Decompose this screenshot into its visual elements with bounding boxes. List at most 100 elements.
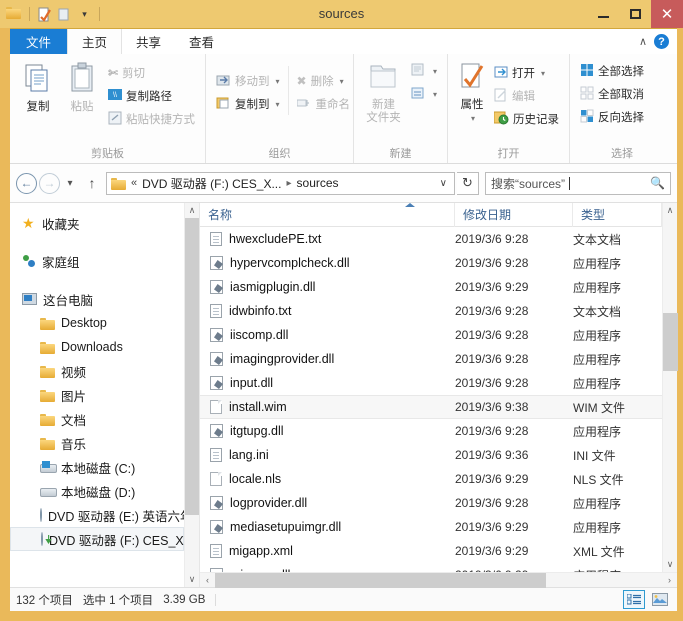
refresh-button[interactable]: ↻ — [457, 171, 479, 195]
copy-to-button[interactable]: 复制到 ▾ — [212, 93, 284, 115]
help-icon[interactable]: ? — [654, 34, 669, 49]
move-to-button[interactable]: 移动到 ▾ — [212, 70, 284, 92]
table-row[interactable]: locale.nls 2019/3/6 9:29 NLS 文件 — [200, 467, 662, 491]
history-button[interactable]: 历史记录 — [490, 108, 563, 130]
collapse-ribbon-icon[interactable]: ∧ — [639, 35, 647, 48]
sidebar-item-homegroup[interactable]: 家庭组 — [10, 249, 184, 273]
search-icon[interactable]: 🔍 — [650, 176, 665, 190]
edit-button[interactable]: 编辑 — [490, 85, 563, 107]
hscroll-thumb[interactable] — [215, 572, 546, 588]
table-row[interactable]: migcore.dll 2019/3/6 9:29 应用程序 — [200, 563, 662, 572]
sidebar-item-music[interactable]: 音乐 — [10, 431, 184, 455]
sidebar-item-documents[interactable]: 文档 — [10, 407, 184, 431]
address-breadcrumb-bar[interactable]: « DVD 驱动器 (F:) CES_X... ▸ sources ∨ — [106, 171, 455, 195]
navpane-scroll-down-button[interactable]: ∨ — [185, 572, 200, 587]
qat-dropdown-arrow-icon[interactable]: ▾ — [76, 6, 93, 23]
copy-to-caret-icon[interactable]: ▾ — [276, 100, 280, 109]
tab-share[interactable]: 共享 — [122, 29, 175, 54]
hscroll-track[interactable] — [215, 572, 662, 588]
table-row[interactable]: migapp.xml 2019/3/6 9:29 XML 文件 — [200, 539, 662, 563]
hscroll-right-button[interactable]: › — [662, 573, 677, 588]
navpane-scroll-track[interactable] — [184, 218, 199, 572]
table-row[interactable]: lang.ini 2019/3/6 9:36 INI 文件 — [200, 443, 662, 467]
paste-button[interactable]: 粘贴 — [60, 58, 104, 114]
new-folder-icon[interactable] — [56, 6, 73, 23]
file-scroll-thumb[interactable] — [662, 312, 678, 371]
forward-button[interactable]: → — [39, 172, 60, 194]
column-header-date[interactable]: 修改日期 — [455, 202, 573, 227]
properties-button[interactable]: 属性 ▾ — [454, 58, 490, 123]
search-box[interactable]: 搜索“sources” 🔍 — [485, 171, 671, 195]
move-to-caret-icon[interactable]: ▾ — [276, 77, 280, 86]
tab-file[interactable]: 文件 — [10, 29, 68, 54]
sidebar-item-pictures[interactable]: 图片 — [10, 383, 184, 407]
table-row[interactable]: logprovider.dll 2019/3/6 9:28 应用程序 — [200, 491, 662, 515]
sidebar-item-this-pc[interactable]: 这台电脑 — [10, 287, 184, 311]
new-folder-button[interactable]: 新建 文件夹 — [360, 58, 407, 125]
address-dropdown-icon[interactable]: ∨ — [437, 178, 450, 189]
properties-icon[interactable] — [36, 6, 53, 23]
sidebar-item-downloads[interactable]: Downloads — [10, 335, 184, 359]
large-icons-view-button[interactable] — [649, 590, 671, 609]
sidebar-item-videos[interactable]: 视频 — [10, 359, 184, 383]
sidebar-item-dvd-e[interactable]: DVD 驱动器 (E:) 英语六年 — [10, 503, 184, 527]
invert-selection-button[interactable]: 反向选择 — [576, 106, 648, 128]
breadcrumb-separator[interactable]: ▸ — [286, 178, 291, 189]
file-scroll-down-button[interactable]: ∨ — [663, 557, 678, 572]
sidebar-item-local-disk-d[interactable]: 本地磁盘 (D:) — [10, 479, 184, 503]
rename-button[interactable]: 重命名 — [293, 93, 355, 115]
folder-icon[interactable] — [6, 6, 23, 23]
maximize-button[interactable] — [619, 0, 651, 28]
file-scroll-up-button[interactable]: ∧ — [663, 203, 678, 218]
copy-path-button[interactable]: \\ 复制路径 — [104, 85, 199, 107]
delete-caret-icon[interactable]: ▾ — [340, 77, 344, 86]
file-list-hscrollbar[interactable]: ‹ › — [200, 572, 677, 588]
select-none-button[interactable]: 全部取消 — [576, 83, 648, 105]
back-button[interactable]: ← — [16, 172, 37, 194]
table-row[interactable]: iiscomp.dll 2019/3/6 9:28 应用程序 — [200, 323, 662, 347]
navpane-scroll-thumb[interactable] — [184, 218, 199, 516]
new-item-button[interactable]: ▾ — [407, 60, 441, 82]
easy-access-button[interactable]: ▾ — [407, 83, 441, 105]
sidebar-item-desktop[interactable]: Desktop — [10, 311, 184, 335]
easy-access-caret-icon[interactable]: ▾ — [433, 90, 437, 99]
column-header-name[interactable]: 名称 — [200, 202, 455, 227]
sidebar-item-local-disk-c[interactable]: 本地磁盘 (C:) — [10, 455, 184, 479]
sidebar-item-dvd-f[interactable]: DVD 驱动器 (F:) CES_X6 — [10, 527, 184, 551]
table-row[interactable]: itgtupg.dll 2019/3/6 9:28 应用程序 — [200, 419, 662, 443]
table-row[interactable]: imagingprovider.dll 2019/3/6 9:28 应用程序 — [200, 347, 662, 371]
column-header-type[interactable]: 类型 — [573, 202, 662, 227]
hscroll-left-button[interactable]: ‹ — [200, 573, 215, 588]
table-row[interactable]: hwexcludePE.txt 2019/3/6 9:28 文本文档 — [200, 227, 662, 251]
paste-shortcut-button[interactable]: 粘贴快捷方式 — [104, 108, 199, 130]
open-button[interactable]: 打开 ▾ — [490, 62, 563, 84]
open-caret-icon[interactable]: ▾ — [541, 69, 545, 78]
select-all-button[interactable]: 全部选择 — [576, 60, 648, 82]
table-row[interactable]: install.wim 2019/3/6 9:38 WIM 文件 — [200, 395, 662, 419]
breadcrumb-overflow-icon[interactable]: « — [131, 177, 137, 189]
navpane-scrollbar[interactable]: ∧ ∨ — [184, 203, 199, 587]
minimize-button[interactable] — [587, 0, 619, 28]
sidebar-item-favorites[interactable]: ★ 收藏夹 — [10, 211, 184, 235]
up-button[interactable]: ↑ — [80, 171, 104, 195]
table-row[interactable]: iasmigplugin.dll 2019/3/6 9:29 应用程序 — [200, 275, 662, 299]
delete-button[interactable]: ✖ 删除 ▾ — [293, 70, 355, 92]
copy-button[interactable]: 复制 — [16, 58, 60, 114]
tab-view[interactable]: 查看 — [175, 29, 228, 54]
breadcrumb-item-drive[interactable]: DVD 驱动器 (F:) CES_X... — [142, 175, 281, 192]
table-row[interactable]: mediasetupuimgr.dll 2019/3/6 9:29 应用程序 — [200, 515, 662, 539]
breadcrumb-item-sources[interactable]: sources — [297, 176, 339, 190]
new-item-caret-icon[interactable]: ▾ — [433, 67, 437, 76]
navpane-scroll-up-button[interactable]: ∧ — [185, 203, 200, 218]
table-row[interactable]: idwbinfo.txt 2019/3/6 9:28 文本文档 — [200, 299, 662, 323]
recent-locations-button[interactable]: ▾ — [62, 171, 78, 195]
properties-caret-icon[interactable]: ▾ — [471, 114, 475, 123]
table-row[interactable]: hypervcomplcheck.dll 2019/3/6 9:28 应用程序 — [200, 251, 662, 275]
close-button[interactable]: ✕ — [651, 0, 683, 28]
quick-access-toolbar[interactable]: ▾ — [0, 6, 103, 23]
cut-button[interactable]: ✄ 剪切 — [104, 62, 199, 84]
file-scroll-track[interactable] — [662, 218, 678, 557]
table-row[interactable]: input.dll 2019/3/6 9:28 应用程序 — [200, 371, 662, 395]
tab-home[interactable]: 主页 — [67, 29, 123, 54]
file-list-scrollbar[interactable]: ∧ ∨ — [662, 203, 678, 572]
